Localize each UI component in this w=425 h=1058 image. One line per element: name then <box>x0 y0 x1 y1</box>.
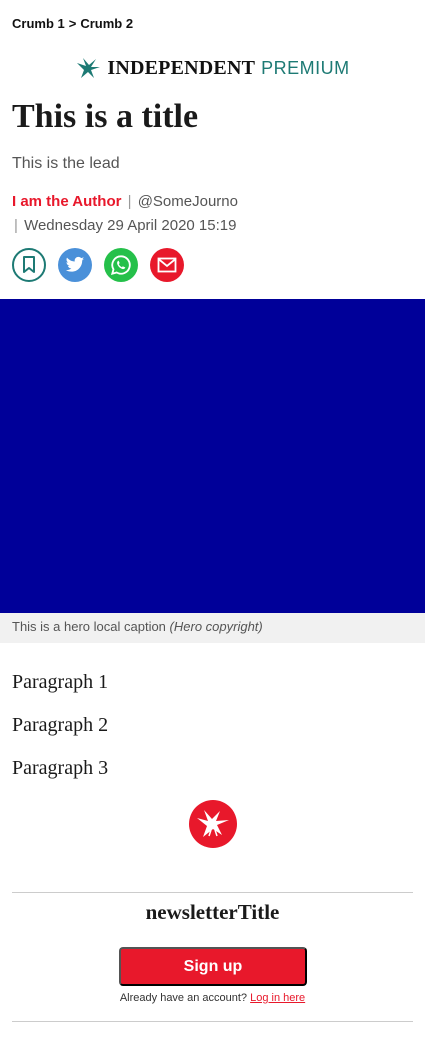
newsletter-divider <box>12 892 413 893</box>
paragraph: Paragraph 1 <box>12 671 109 693</box>
page-title: This is a title <box>12 98 199 135</box>
hero-image <box>0 299 425 613</box>
byline-divider: | <box>14 217 18 234</box>
breadcrumb-separator: > <box>68 16 77 31</box>
breadcrumb-item-2[interactable]: Crumb 2 <box>80 16 133 31</box>
eagle-icon <box>77 58 101 78</box>
whatsapp-icon <box>110 255 131 276</box>
breadcrumb-item-1[interactable]: Crumb 1 <box>12 16 65 31</box>
breadcrumb: Crumb 1 > Crumb 2 <box>12 16 133 31</box>
twitter-icon <box>65 256 85 272</box>
email-share-button[interactable] <box>150 248 184 282</box>
bookmark-icon <box>23 256 35 273</box>
signup-button[interactable]: Sign up <box>119 947 307 986</box>
brand-tier: PREMIUM <box>261 57 350 78</box>
login-prompt-text: Already have an account? <box>119 992 248 1004</box>
caption-text: This is a hero local caption <box>12 619 166 634</box>
newsletter-title: newsletterTitle <box>145 900 280 924</box>
email-icon <box>157 257 177 273</box>
bookmark-button[interactable] <box>12 248 46 282</box>
newsletter-divider <box>12 1021 413 1022</box>
masthead-logo[interactable]: INDEPENDENT PREMIUM <box>0 54 425 82</box>
hero-caption: This is a hero local caption (Hero copyr… <box>0 613 425 643</box>
whatsapp-share-button[interactable] <box>104 248 138 282</box>
caption-copyright: (Hero copyright) <box>169 619 263 634</box>
byline: I am the Author | @SomeJourno | Wednesda… <box>12 190 412 238</box>
twitter-share-button[interactable] <box>58 248 92 282</box>
eagle-end-icon <box>189 800 237 848</box>
author-link[interactable]: I am the Author <box>12 193 121 210</box>
paragraph: Paragraph 3 <box>12 757 109 779</box>
article-lead: This is the lead <box>12 155 120 172</box>
author-handle[interactable]: @SomeJourno <box>138 193 238 210</box>
login-link[interactable]: Log in here <box>250 992 305 1004</box>
publish-date: Wednesday 29 April 2020 15:19 <box>24 217 237 234</box>
byline-divider: | <box>127 193 132 210</box>
login-prompt: Already have an account? Log in here <box>0 992 425 1004</box>
paragraph: Paragraph 2 <box>12 714 109 736</box>
brand-name: INDEPENDENT <box>107 56 256 79</box>
share-bar <box>12 248 184 282</box>
